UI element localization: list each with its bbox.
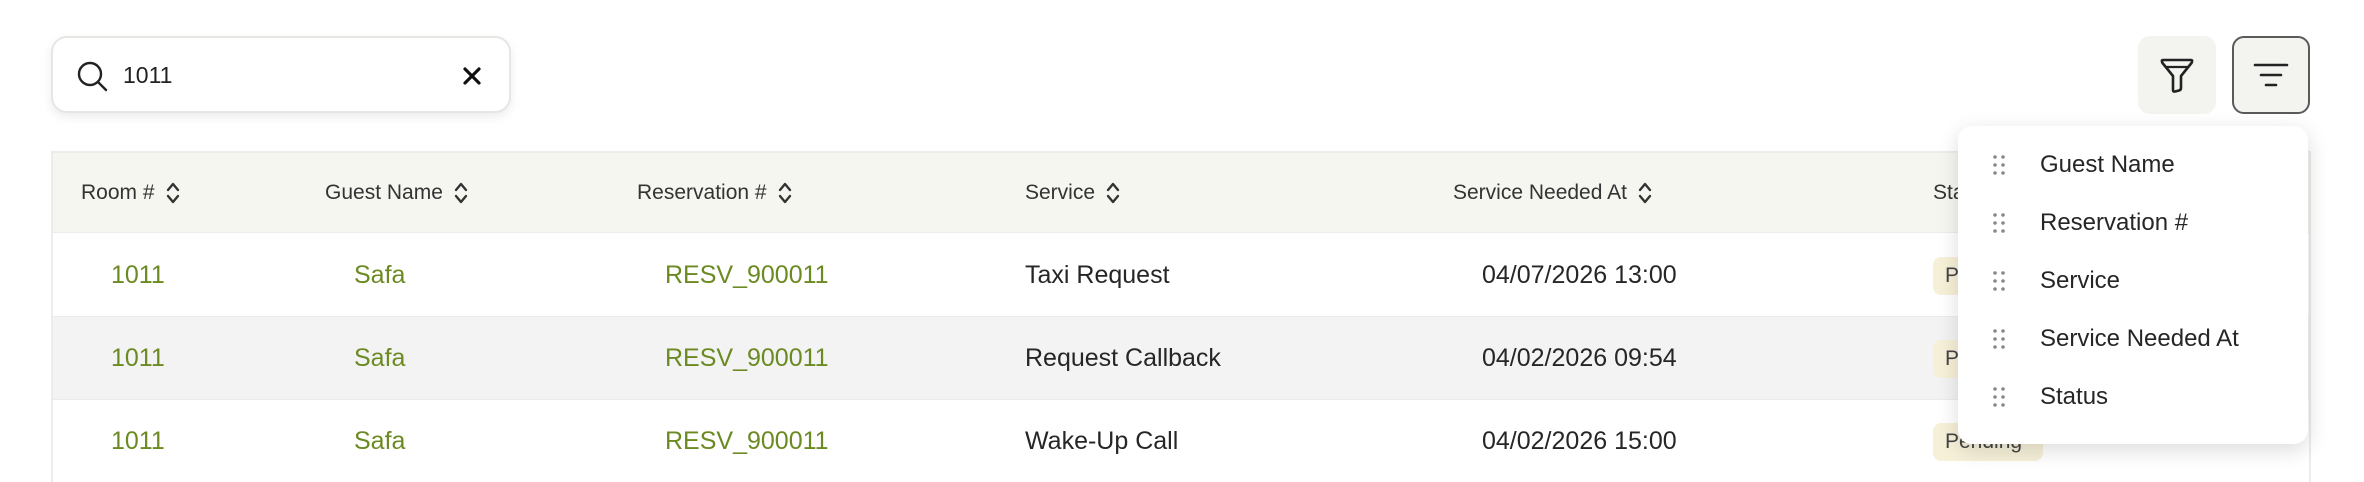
service-cell: Request Callback [1025,344,1221,372]
sort-lines-icon [2253,63,2289,87]
column-header-label: Service Needed At [1453,181,1627,204]
columns-button[interactable] [2232,36,2310,114]
sort-icon [1638,182,1652,204]
room-number-link[interactable]: 1011 [111,317,165,400]
column-header-label: Reservation # [637,181,767,204]
column-header-guest-name[interactable]: Guest Name [325,153,469,233]
drag-handle-icon[interactable] [1992,386,2006,408]
column-menu-item-status[interactable]: Status [1958,368,2308,426]
reservation-link[interactable]: RESV_900011 [665,234,829,317]
room-number-link[interactable]: 1011 [111,400,165,482]
search-box[interactable] [51,36,511,113]
column-menu-label: Status [2040,383,2109,410]
column-menu-label: Service Needed At [2040,325,2239,352]
column-menu-item-reservation[interactable]: Reservation # [1958,194,2308,252]
column-header-reservation[interactable]: Reservation # [637,153,793,233]
drag-handle-icon[interactable] [1992,154,2006,176]
column-header-label: Room # [81,181,155,204]
service-needed-at-cell: 04/02/2026 15:00 [1482,427,1677,455]
reservation-link[interactable]: RESV_900011 [665,400,829,482]
service-needed-at-cell: 04/02/2026 09:54 [1482,344,1677,372]
drag-handle-icon[interactable] [1992,212,2006,234]
guest-name-link[interactable]: Safa [354,400,405,482]
column-menu-item-service-needed-at[interactable]: Service Needed At [1958,310,2308,368]
drag-handle-icon[interactable] [1992,270,2006,292]
column-header-service[interactable]: Service [1025,153,1121,233]
service-needed-at-cell: 04/07/2026 13:00 [1482,261,1677,289]
column-menu-item-guest-name[interactable]: Guest Name [1958,136,2308,194]
guest-name-link[interactable]: Safa [354,317,405,400]
sort-icon [454,182,468,204]
room-number-link[interactable]: 1011 [111,234,165,317]
column-menu-label: Guest Name [2040,151,2175,178]
search-icon [77,61,108,92]
drag-handle-icon[interactable] [1992,328,2006,350]
sort-icon [166,182,179,204]
service-cell: Wake-Up Call [1025,427,1179,455]
guest-name-link[interactable]: Safa [354,234,405,317]
service-cell: Taxi Request [1025,261,1170,289]
column-menu: Guest Name Reservation # Service Service… [1958,126,2308,444]
close-icon[interactable] [453,57,491,95]
column-menu-label: Service [2040,267,2121,294]
page: Room # Guest Name Reservation # Service … [0,0,2364,482]
search-input[interactable] [123,52,443,98]
column-header-room[interactable]: Room # [81,153,181,233]
column-header-service-needed-at[interactable]: Service Needed At [1453,153,1653,233]
column-menu-label: Reservation # [2040,209,2189,236]
filter-icon [2160,58,2194,93]
column-header-label: Guest Name [325,181,443,204]
sort-icon [1106,182,1120,204]
column-menu-item-service[interactable]: Service [1958,252,2308,310]
reservation-link[interactable]: RESV_900011 [665,317,829,400]
sort-icon [778,182,791,204]
filter-button[interactable] [2138,36,2216,114]
column-header-label: Service [1025,181,1096,204]
